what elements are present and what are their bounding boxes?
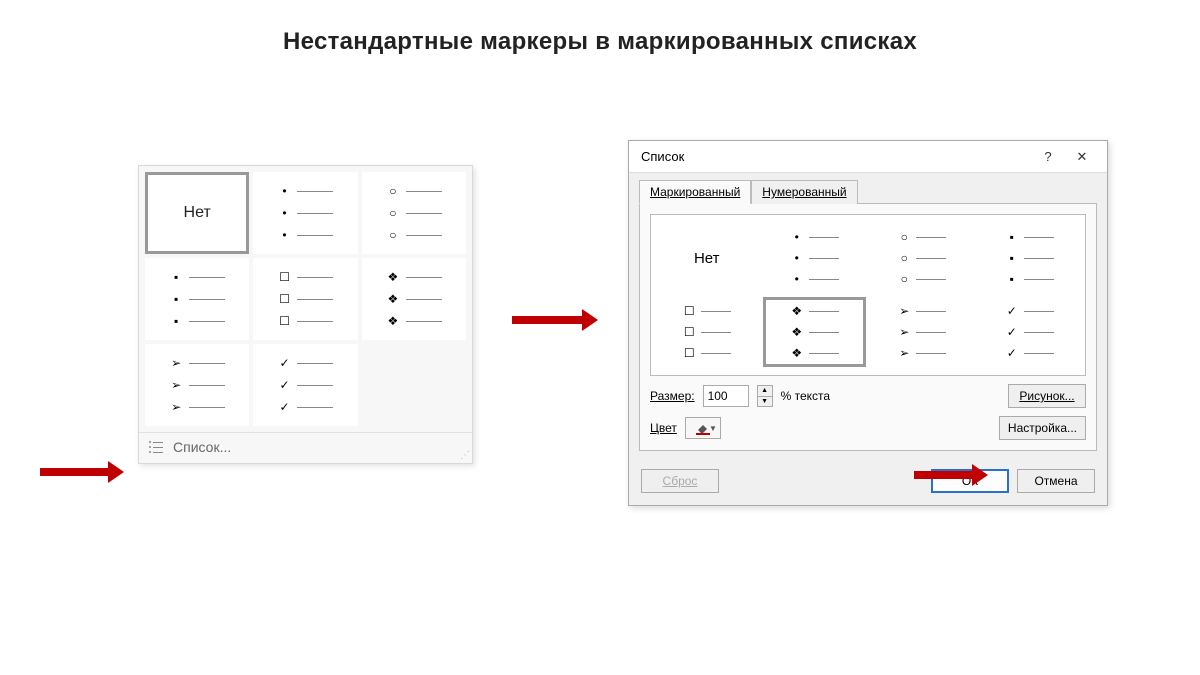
color-row: Цвет Настройка... <box>650 416 1086 440</box>
bullet-option-empty <box>362 344 466 426</box>
paint-bucket-icon <box>695 421 711 435</box>
arrow-to-list-link <box>40 468 110 476</box>
tab-numbered[interactable]: Нумерованный <box>751 180 857 204</box>
color-dropdown[interactable] <box>685 417 721 439</box>
size-label: Размер: <box>650 389 695 403</box>
bullet-option-four-diamonds[interactable]: ❖ ❖ ❖ <box>362 258 466 340</box>
bullet-gallery-grid: Нет • • • ○ ○ ○ ▪ ▪ ▪ ☐ ☐ ☐ ❖ ❖ ❖ ➢ <box>139 166 472 432</box>
size-spinner[interactable]: ▲▼ <box>757 385 773 407</box>
bullet-option-circle[interactable]: ○ ○ ○ <box>362 172 466 254</box>
help-button[interactable]: ? <box>1031 145 1065 169</box>
resize-grip-icon[interactable]: ⋰ <box>460 450 468 461</box>
size-input[interactable] <box>703 385 749 407</box>
bullet-gallery-dropdown: Нет • • • ○ ○ ○ ▪ ▪ ▪ ☐ ☐ ☐ ❖ ❖ ❖ ➢ <box>138 165 473 464</box>
bullet-option-square-small[interactable]: ▪ ▪ ▪ <box>145 258 249 340</box>
bullet-preview-frame: Нет • • • ○ ○ ○ ▪ ▪ ▪ ☐ ☐ <box>650 214 1086 376</box>
help-icon: ? <box>1044 149 1051 164</box>
arrow-to-dialog <box>512 316 584 324</box>
list-link-label: Список... <box>173 439 231 455</box>
bullet-option-disc[interactable]: • • • <box>253 172 357 254</box>
bullet-option-none[interactable]: Нет <box>145 172 249 254</box>
size-row: Размер: ▲▼ % текста Рисунок... <box>650 384 1086 408</box>
list-icon <box>149 439 165 455</box>
preview-option-square-outline[interactable]: ☐ ☐ ☐ <box>655 297 759 367</box>
reset-button[interactable]: Сброс <box>641 469 719 493</box>
preview-option-four-diamonds[interactable]: ❖ ❖ ❖ <box>763 297 867 367</box>
close-button[interactable]: ✕ <box>1065 145 1099 169</box>
preview-option-circle[interactable]: ○ ○ ○ <box>870 223 974 293</box>
preview-option-arrow[interactable]: ➢ ➢ ➢ <box>870 297 974 367</box>
bullet-option-check[interactable]: ✓ ✓ ✓ <box>253 344 357 426</box>
arrow-to-customize <box>914 471 974 479</box>
dialog-title: Список <box>641 149 684 164</box>
preview-option-check[interactable]: ✓ ✓ ✓ <box>978 297 1082 367</box>
tab-body: Нет • • • ○ ○ ○ ▪ ▪ ▪ ☐ ☐ <box>639 203 1097 451</box>
open-list-dialog-link[interactable]: Список... <box>139 432 472 463</box>
tabs-row: Маркированный Нумерованный <box>629 173 1107 203</box>
size-unit-label: % текста <box>781 389 830 403</box>
bullet-option-arrow[interactable]: ➢ ➢ ➢ <box>145 344 249 426</box>
list-dialog: Список ? ✕ Маркированный Нумерованный Не… <box>628 140 1108 506</box>
preview-option-none[interactable]: Нет <box>655 223 759 293</box>
picture-button[interactable]: Рисунок... <box>1008 384 1086 408</box>
preview-option-disc[interactable]: • • • <box>763 223 867 293</box>
preview-option-square-small[interactable]: ▪ ▪ ▪ <box>978 223 1082 293</box>
tab-bulleted[interactable]: Маркированный <box>639 180 751 204</box>
dialog-buttons-row: Сброс ОК Отмена <box>629 461 1107 505</box>
dialog-titlebar: Список ? ✕ <box>629 141 1107 173</box>
close-icon: ✕ <box>1077 149 1088 165</box>
bullet-option-square-outline[interactable]: ☐ ☐ ☐ <box>253 258 357 340</box>
customize-button[interactable]: Настройка... <box>999 416 1086 440</box>
none-label: Нет <box>184 204 211 222</box>
cancel-button[interactable]: Отмена <box>1017 469 1095 493</box>
color-label: Цвет <box>650 421 677 435</box>
page-title: Нестандартные маркеры в маркированных сп… <box>0 0 1200 56</box>
